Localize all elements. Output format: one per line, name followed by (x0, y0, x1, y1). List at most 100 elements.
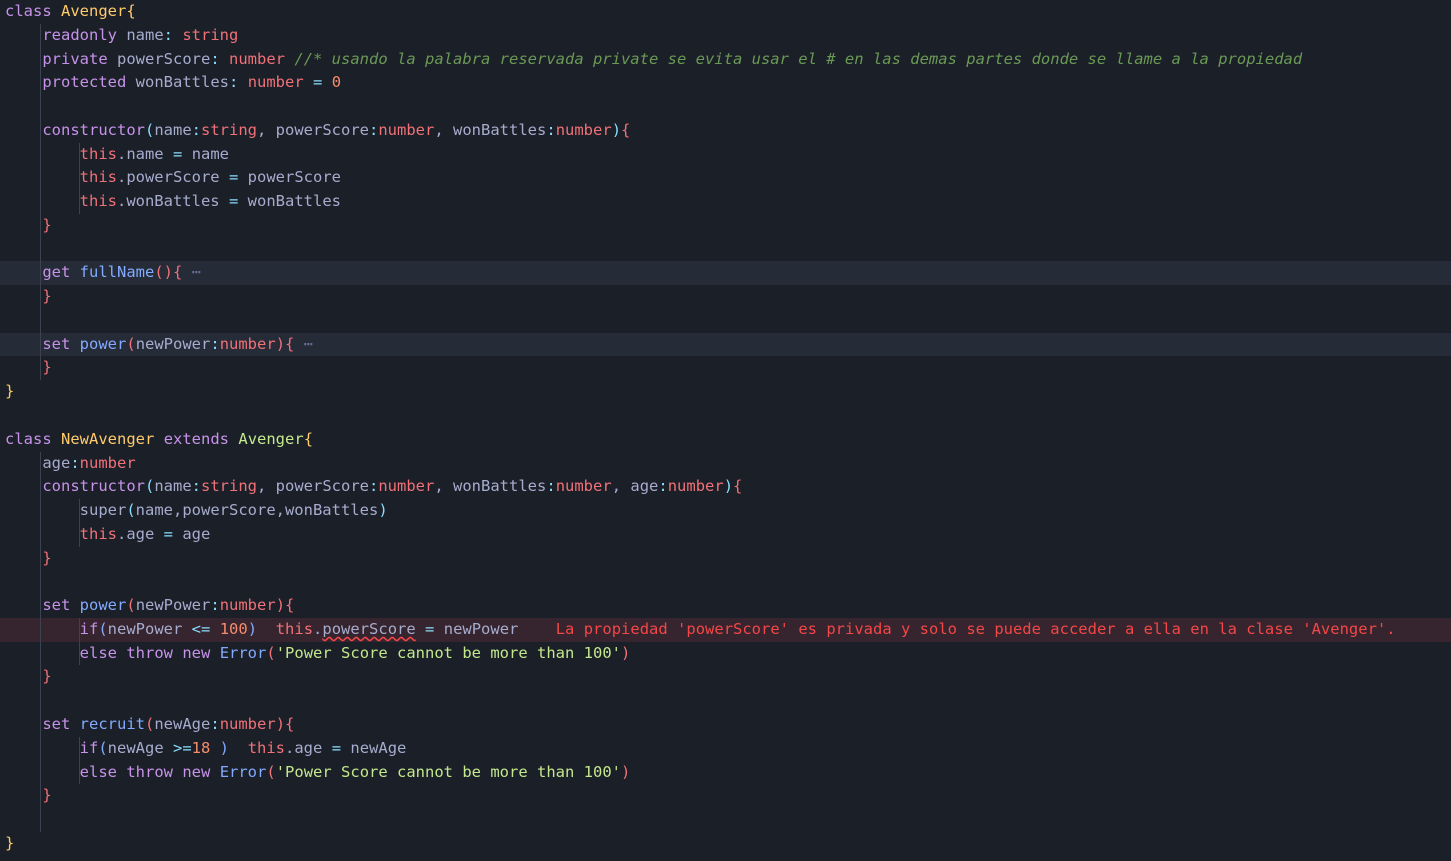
code-line-29[interactable]: } (0, 665, 1451, 690)
indent-guide (40, 118, 41, 143)
token-member-wonbattles: .wonBattles (116, 192, 220, 211)
token-colon: : (191, 120, 201, 139)
token-keyword-readonly: readonly (42, 25, 117, 44)
token-paren-close: ) (210, 738, 230, 757)
token-class-name-newavenger: NewAvenger (61, 429, 155, 448)
code-line-24[interactable]: } (0, 546, 1451, 571)
token-separator: , (257, 477, 276, 496)
code-line-19[interactable]: class NewAvenger extends Avenger{ (0, 428, 1451, 452)
indent-guide (40, 308, 41, 333)
folded-region-indicator[interactable]: ⋯ (304, 335, 313, 353)
folded-region-indicator[interactable]: ⋯ (192, 263, 201, 281)
indent-guide (40, 261, 41, 286)
code-line-1[interactable]: class Avenger{ (0, 0, 1451, 24)
token-colon: : (210, 334, 220, 353)
token-paren-open: ( (266, 643, 276, 662)
code-line-2[interactable]: readonly name: string (0, 23, 1451, 48)
token-keyword-get: get (42, 263, 71, 282)
code-line-17[interactable]: } (0, 380, 1451, 404)
code-line-7[interactable]: this.name = name (0, 142, 1451, 167)
token-equals: = (228, 168, 239, 187)
code-line-20[interactable]: age:number (0, 451, 1451, 476)
code-line-34[interactable]: } (0, 784, 1451, 809)
code-line-6[interactable]: constructor(name:string, powerScore:numb… (0, 118, 1451, 143)
token-paren-close: ) (378, 501, 388, 520)
code-line-35[interactable] (0, 808, 1451, 832)
token-keyword-new: new (182, 762, 211, 781)
token-operand-newage: newAge (107, 738, 173, 757)
indent-guide (40, 522, 41, 547)
indent-guide (40, 190, 41, 214)
token-keyword-set: set (42, 334, 71, 353)
token-super-args: name,powerScore,wonBattles (135, 501, 379, 520)
token-type-number: number (378, 120, 435, 139)
code-line-10[interactable]: } (0, 213, 1451, 238)
token-equals: = (313, 73, 323, 92)
token-function-power: power (79, 334, 127, 353)
token-keyword-extends: extends (163, 429, 230, 448)
token-brace-close: } (42, 358, 52, 377)
indent-guide (40, 808, 41, 832)
token-colon: : (229, 73, 239, 92)
token-paren-open: ( (98, 738, 108, 757)
code-line-5[interactable] (0, 95, 1451, 119)
code-line-30[interactable] (0, 689, 1451, 713)
token-separator: , (611, 477, 631, 496)
token-paren-close: ) (620, 643, 631, 662)
token-operator-lte: <= (191, 619, 211, 638)
token-string-literal: 'Power Score cannot be more than 100' (275, 762, 621, 781)
code-line-16[interactable]: } (0, 356, 1451, 381)
code-line-31[interactable]: set recruit(newAge:number){ (0, 712, 1451, 737)
token-keyword-if: if (79, 738, 99, 757)
token-type-string: string (201, 120, 257, 139)
token-brace-close: } (42, 287, 52, 306)
code-line-28[interactable]: else throw new Error('Power Score cannot… (0, 641, 1451, 666)
indent-guide (40, 689, 41, 713)
code-line-18[interactable] (0, 404, 1451, 428)
code-line-12-folded[interactable]: get fullName(){ ⋯ (0, 261, 1451, 286)
code-line-27-error[interactable]: if(newPower <= 100) this.powerScore = ne… (0, 617, 1451, 642)
code-line-33[interactable]: else throw new Error('Power Score cannot… (0, 760, 1451, 785)
code-line-11[interactable] (0, 237, 1451, 262)
code-line-14[interactable] (0, 308, 1451, 333)
code-line-23[interactable]: this.age = age (0, 522, 1451, 547)
code-line-26[interactable]: set power(newPower:number){ (0, 594, 1451, 618)
token-colon: : (658, 477, 668, 496)
code-line-22[interactable]: super(name,powerScore,wonBattles) (0, 499, 1451, 523)
token-brace-open: { (621, 120, 631, 139)
token-brace-close: } (42, 667, 52, 686)
code-line-36[interactable]: } (0, 832, 1451, 856)
token-type-number: number (667, 477, 724, 496)
token-string-literal: 'Power Score cannot be more than 100' (275, 643, 621, 662)
indent-guide (40, 641, 41, 666)
token-class-name-avenger: Avenger (61, 2, 127, 20)
code-line-8[interactable]: this.powerScore = powerScore (0, 166, 1451, 191)
token-brace-close: } (42, 548, 52, 567)
code-line-32[interactable]: if(newAge >=18 ) this.age = newAge (0, 736, 1451, 761)
token-type-string: string (182, 25, 239, 44)
code-line-4[interactable]: protected wonBattles: number = 0 (0, 71, 1451, 96)
token-number-100: 100 (219, 619, 248, 638)
token-param-name: name (154, 477, 192, 496)
token-param-wonbattles: wonBattles (453, 120, 547, 139)
code-line-15-folded[interactable]: set power(newPower:number){ ⋯ (0, 332, 1451, 357)
indent-guide (40, 784, 41, 809)
code-editor-viewport[interactable]: class Avenger{ readonly name: string pri… (0, 0, 1451, 861)
code-line-3[interactable]: private powerScore: number //* usando la… (0, 47, 1451, 72)
token-paren-open: ( (144, 120, 155, 139)
code-line-9[interactable]: this.wonBattles = wonBattles (0, 190, 1451, 214)
code-line-21[interactable]: constructor(name:string, powerScore:numb… (0, 475, 1451, 500)
token-type-number: number (378, 477, 435, 496)
token-keyword-set: set (42, 714, 71, 733)
code-line-13[interactable]: } (0, 285, 1451, 309)
token-property-wonbattles: wonBattles (135, 73, 229, 92)
token-param-wonbattles: wonBattles (453, 477, 547, 496)
indent-guide (40, 142, 41, 167)
token-colon: : (163, 25, 173, 44)
inline-error-message: La propiedad 'powerScore' es privada y s… (555, 619, 1396, 638)
indent-guide (40, 570, 41, 595)
token-member-age: .age (116, 524, 155, 543)
token-value-newage: newAge (350, 738, 407, 757)
code-line-25[interactable] (0, 570, 1451, 595)
token-value-newpower: newPower (443, 619, 519, 638)
